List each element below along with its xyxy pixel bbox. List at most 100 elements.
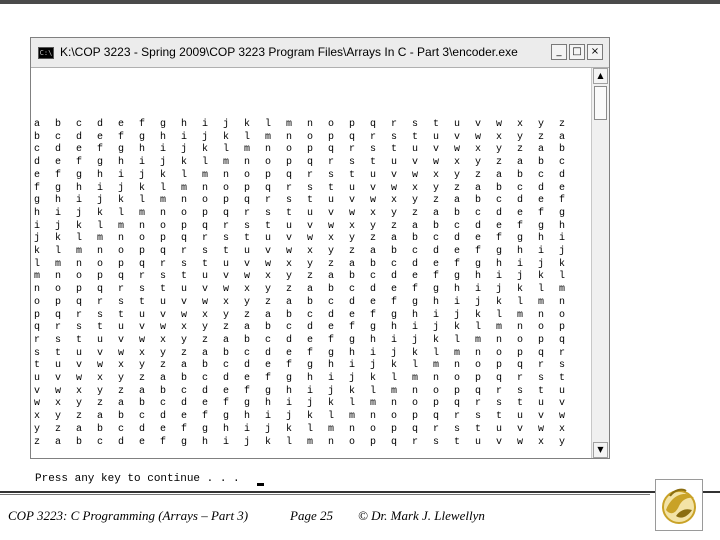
- grid-cell: z: [433, 195, 440, 207]
- grid-cell: s: [349, 157, 356, 169]
- grid-cell: i: [265, 411, 272, 423]
- grid-cell: a: [412, 220, 419, 232]
- console-output[interactable]: abcdefghijklmnopqrstuvwxyzbcdefghijklmno…: [31, 68, 591, 486]
- grid-cell: s: [391, 131, 398, 143]
- grid-cell: v: [55, 373, 62, 384]
- grid-cell: x: [97, 373, 104, 384]
- grid-cell: g: [370, 322, 377, 334]
- grid-cell: t: [370, 157, 377, 169]
- grid-cell: o: [76, 271, 83, 283]
- grid-cell: o: [244, 169, 251, 181]
- scroll-down-button[interactable]: ▼: [593, 442, 608, 458]
- grid-cell: l: [202, 157, 209, 169]
- grid-cell: d: [517, 195, 524, 207]
- grid-cell: o: [181, 207, 188, 219]
- grid-cell: c: [538, 169, 545, 181]
- grid-cell: h: [223, 423, 230, 435]
- minimize-button[interactable]: _: [551, 44, 567, 60]
- grid-cell: x: [307, 246, 314, 257]
- grid-cell: z: [496, 157, 503, 169]
- grid-cell: e: [496, 220, 503, 232]
- grid-cell: a: [55, 436, 62, 448]
- grid-cell: i: [475, 284, 482, 296]
- grid-cell: r: [475, 398, 482, 410]
- grid-cell: n: [412, 385, 419, 397]
- grid-cell: d: [433, 246, 440, 257]
- grid-cell: t: [244, 233, 251, 245]
- vertical-scrollbar[interactable]: ▲ ▼: [591, 68, 609, 458]
- grid-cell: f: [559, 195, 566, 207]
- grid-cell: h: [307, 373, 314, 384]
- grid-cell: d: [265, 347, 272, 359]
- grid-cell: s: [412, 119, 419, 130]
- grid-cell: v: [496, 436, 503, 448]
- grid-cell: j: [454, 309, 461, 321]
- grid-cell: p: [202, 207, 209, 219]
- grid-cell: w: [202, 296, 209, 308]
- window-title: K:\COP 3223 - Spring 2009\COP 3223 Progr…: [60, 45, 518, 59]
- grid-cell: h: [118, 157, 125, 169]
- grid-cell: z: [34, 436, 41, 448]
- grid-cell: r: [265, 195, 272, 207]
- grid-cell: t: [475, 423, 482, 435]
- grid-cell: t: [454, 436, 461, 448]
- grid-cell: h: [496, 258, 503, 270]
- grid-cell: k: [559, 258, 566, 270]
- grid-cell: g: [244, 398, 251, 410]
- grid-cell: m: [244, 144, 251, 156]
- grid-cell: g: [286, 373, 293, 384]
- grid-cell: h: [475, 271, 482, 283]
- grid-cell: e: [76, 144, 83, 156]
- grid-cell: f: [244, 385, 251, 397]
- grid-cell: z: [412, 207, 419, 219]
- grid-cell: w: [454, 144, 461, 156]
- grid-cell: c: [55, 131, 62, 143]
- grid-cell: j: [202, 131, 209, 143]
- grid-cell: u: [517, 411, 524, 423]
- grid-cell: c: [244, 347, 251, 359]
- grid-cell: c: [34, 144, 41, 156]
- grid-cell: o: [559, 309, 566, 321]
- grid-cell: d: [76, 131, 83, 143]
- grid-cell: g: [328, 347, 335, 359]
- grid-cell: t: [265, 220, 272, 232]
- grid-cell: e: [391, 284, 398, 296]
- console-window[interactable]: C:\ K:\COP 3223 - Spring 2009\COP 3223 P…: [30, 37, 610, 486]
- grid-cell: l: [517, 296, 524, 308]
- grid-cell: x: [244, 284, 251, 296]
- grid-cell: d: [412, 258, 419, 270]
- grid-cell: k: [139, 182, 146, 194]
- grid-cell: u: [55, 360, 62, 372]
- grid-cell: p: [454, 385, 461, 397]
- close-button[interactable]: ×: [587, 44, 603, 60]
- grid-cell: x: [118, 360, 125, 372]
- grid-cell: m: [370, 398, 377, 410]
- command-prompt-icon[interactable]: C:\: [38, 47, 54, 59]
- grid-cell: l: [139, 195, 146, 207]
- grid-cell: r: [496, 385, 503, 397]
- grid-cell: c: [496, 195, 503, 207]
- grid-cell: h: [412, 309, 419, 321]
- grid-cell: b: [118, 411, 125, 423]
- grid-cell: z: [286, 284, 293, 296]
- grid-cell: x: [328, 233, 335, 245]
- grid-cell: s: [118, 296, 125, 308]
- grid-cell: d: [349, 296, 356, 308]
- grid-cell: h: [34, 207, 41, 219]
- maximize-button[interactable]: □: [569, 44, 585, 60]
- grid-cell: g: [475, 258, 482, 270]
- scroll-thumb[interactable]: [594, 86, 607, 120]
- title-bar[interactable]: C:\ K:\COP 3223 - Spring 2009\COP 3223 P…: [31, 38, 609, 68]
- grid-cell: l: [538, 284, 545, 296]
- grid-cell: j: [286, 411, 293, 423]
- grid-cell: v: [118, 334, 125, 346]
- grid-cell: g: [454, 271, 461, 283]
- grid-cell: v: [307, 220, 314, 232]
- grid-cell: y: [181, 334, 188, 346]
- grid-cell: b: [181, 373, 188, 384]
- grid-cell: r: [34, 334, 41, 346]
- grid-cell: b: [538, 157, 545, 169]
- scroll-up-button[interactable]: ▲: [593, 68, 608, 84]
- grid-cell: y: [139, 360, 146, 372]
- grid-cell: f: [223, 398, 230, 410]
